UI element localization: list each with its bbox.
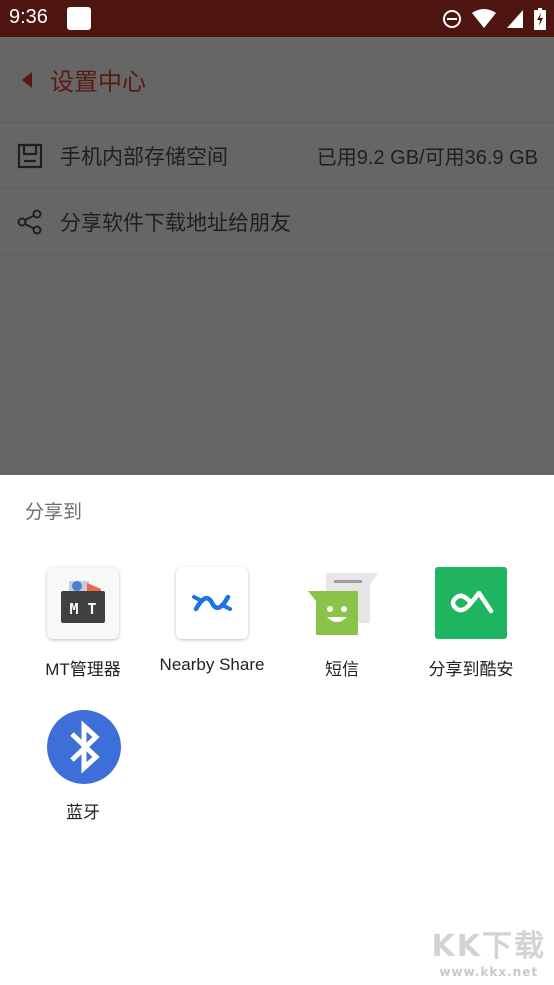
share-target-label: 分享到酷安	[428, 660, 514, 679]
watermark-logo: KK下载	[431, 929, 546, 964]
do-not-disturb-icon	[443, 10, 461, 28]
share-target-coolapk[interactable]: 分享到酷安	[406, 567, 536, 680]
share-target-messaging[interactable]: 短信	[277, 567, 407, 680]
status-icons	[442, 7, 546, 31]
mt-manager-icon: M T	[47, 567, 119, 639]
wifi-icon	[472, 9, 496, 28]
share-target-label: Nearby Share	[159, 655, 265, 674]
share-sheet: 分享到 M T MT管理器 Nearby Share 短信 分享到酷安 蓝牙 K…	[0, 475, 554, 985]
page-title: 设置中心	[50, 68, 146, 96]
bluetooth-icon	[47, 710, 121, 784]
share-target-label: 短信	[325, 660, 359, 679]
status-bar: 9:36	[0, 0, 554, 37]
share-sheet-title: 分享到	[25, 501, 83, 523]
storage-label: 手机内部存储空间	[60, 144, 228, 169]
app-header: 设置中心	[0, 37, 554, 123]
settings-screen: 设置中心 手机内部存储空间 已用9.2 GB/可用36.9 GB 分享软件下载地…	[0, 37, 554, 475]
share-target-label: 蓝牙	[66, 803, 100, 822]
share-icon	[17, 209, 42, 234]
notification-icon	[67, 7, 91, 30]
nearby-share-icon	[176, 567, 248, 639]
storage-value: 已用9.2 GB/可用36.9 GB	[316, 147, 538, 169]
messaging-icon	[306, 567, 378, 639]
share-target-mt-manager[interactable]: M T MT管理器	[18, 567, 148, 680]
coolapk-icon	[435, 567, 507, 639]
status-time: 9:36	[9, 6, 48, 28]
share-download-label: 分享软件下载地址给朋友	[60, 210, 291, 235]
share-target-nearby-share[interactable]: Nearby Share	[147, 567, 277, 675]
watermark: KK下载 www.kkx.net	[432, 921, 547, 979]
share-target-label: MT管理器	[45, 660, 121, 679]
storage-row[interactable]: 手机内部存储空间 已用9.2 GB/可用36.9 GB	[0, 123, 554, 189]
svg-text:M T: M T	[69, 600, 96, 618]
share-target-bluetooth[interactable]: 蓝牙	[18, 710, 148, 823]
storage-icon	[17, 143, 43, 168]
watermark-url: www.kkx.net	[439, 965, 539, 979]
battery-charging-icon	[534, 8, 546, 30]
cell-signal-icon	[507, 10, 523, 28]
back-icon[interactable]	[20, 71, 34, 89]
share-download-row[interactable]: 分享软件下载地址给朋友	[0, 189, 554, 255]
